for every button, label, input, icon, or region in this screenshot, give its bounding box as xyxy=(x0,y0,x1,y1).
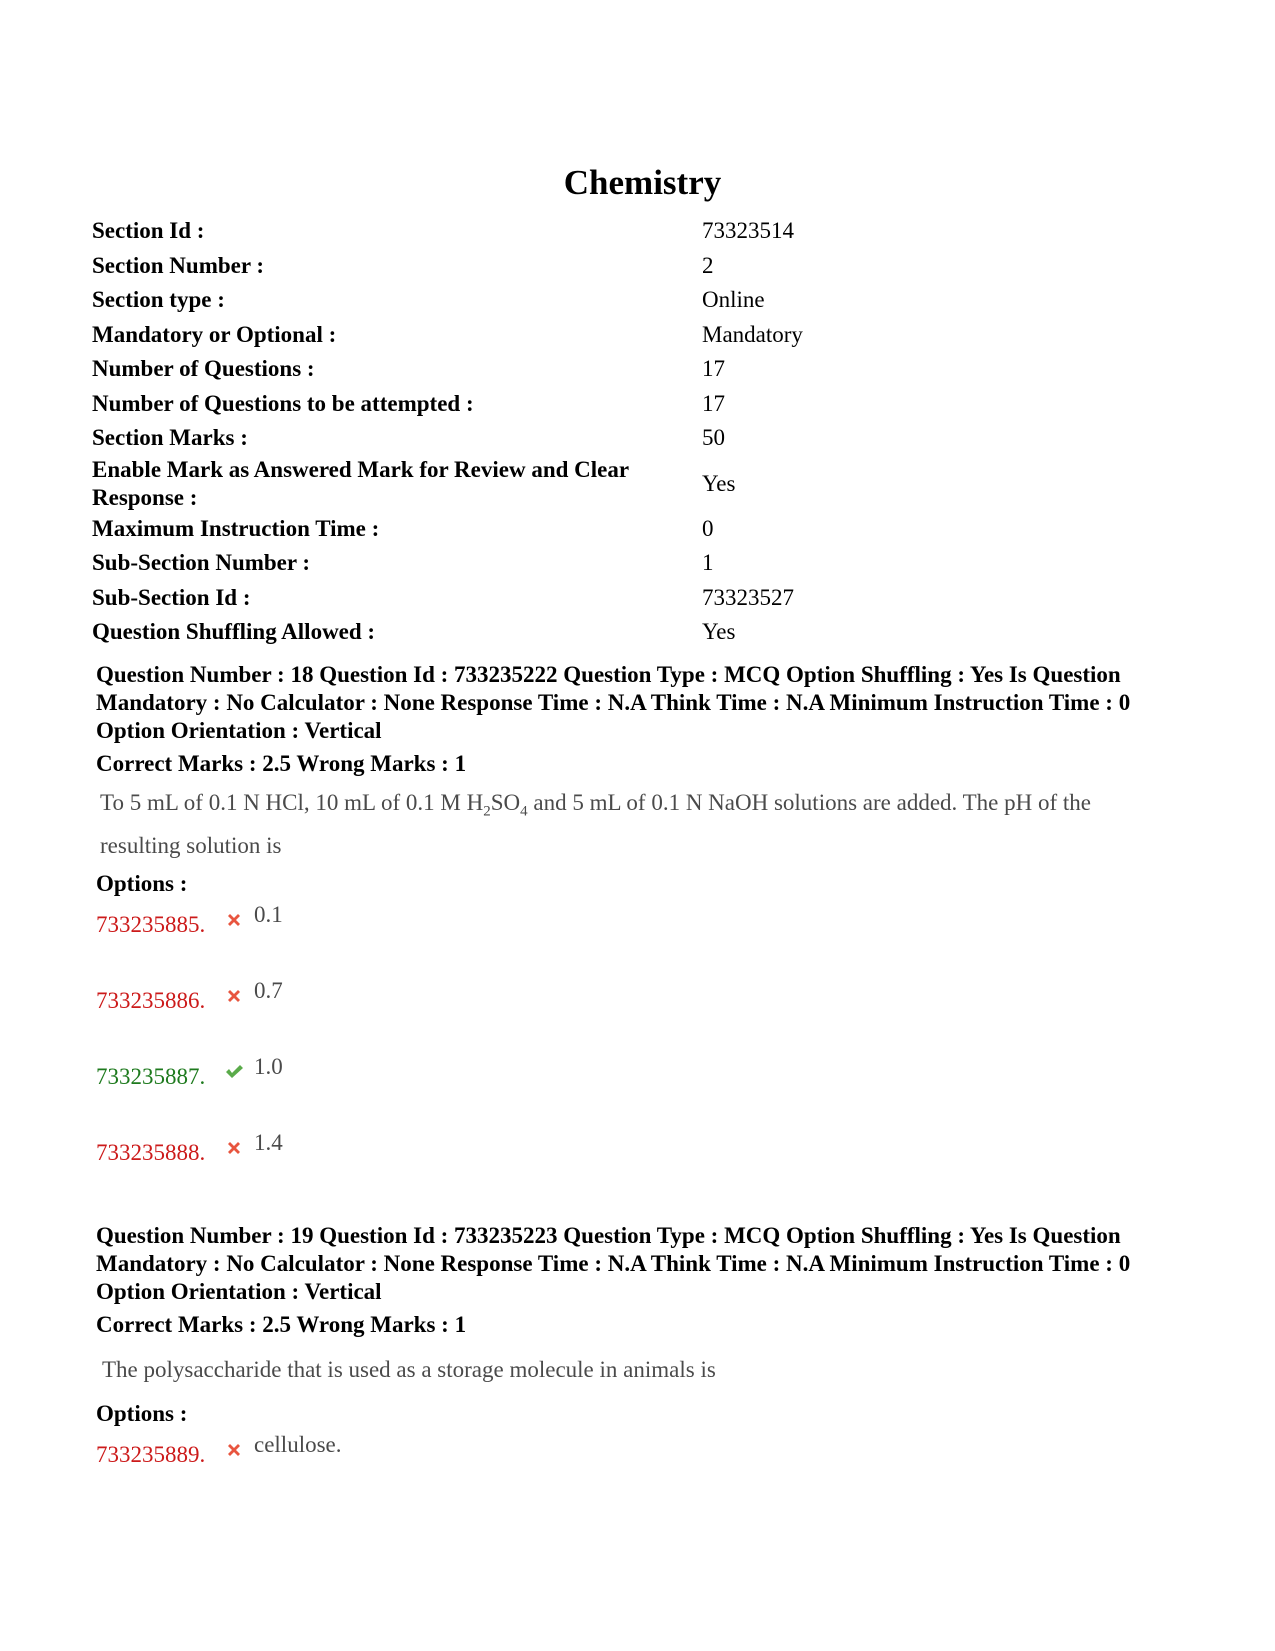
option-text: 0.7 xyxy=(254,977,283,1003)
detail-label: Sub-Section Id : xyxy=(92,584,251,610)
question-header: Question Number : 18 Question Id : 73323… xyxy=(96,662,1131,743)
detail-row-section-number: Section Number : 2 xyxy=(92,249,852,284)
detail-value: 0 xyxy=(702,515,714,541)
detail-label: Section type : xyxy=(92,287,225,313)
question-header: Question Number : 19 Question Id : 73323… xyxy=(96,1223,1131,1304)
option: 733235885. 0.1 xyxy=(96,898,1136,974)
detail-row-enable-mark-review: Enable Mark as Answered Mark for Review … xyxy=(92,456,852,512)
question-text: The polysaccharide that is used as a sto… xyxy=(102,1357,716,1382)
detail-label: Question Shuffling Allowed : xyxy=(92,619,376,645)
detail-label: Number of Questions : xyxy=(92,356,315,382)
detail-row-section-marks: Section Marks : 50 xyxy=(92,421,852,456)
options-label: Options : xyxy=(96,870,188,896)
option-id: 733235888. xyxy=(96,1139,206,1165)
option-text: 1.0 xyxy=(254,1053,283,1079)
detail-row-mandatory: Mandatory or Optional : Mandatory xyxy=(92,318,852,353)
detail-label: Enable Mark as Answered Mark for Review … xyxy=(92,456,629,510)
option: 733235888. 1.4 xyxy=(96,1126,1136,1202)
detail-label: Sub-Section Number : xyxy=(92,550,311,576)
detail-row-section-id: Section Id : 73323514 xyxy=(92,214,852,249)
detail-row-question-shuffling: Question Shuffling Allowed : Yes xyxy=(92,615,852,650)
check-icon xyxy=(226,1064,243,1078)
cross-icon xyxy=(228,1444,240,1456)
section-title: Chemistry xyxy=(563,163,722,202)
detail-value: Yes xyxy=(702,470,736,496)
subscript: 4 xyxy=(520,803,528,820)
option-text: cellulose. xyxy=(254,1432,342,1457)
option-id: 733235889. xyxy=(96,1442,206,1467)
detail-row-sub-section-id: Sub-Section Id : 73323527 xyxy=(92,581,852,616)
options-label: Options : xyxy=(96,1401,188,1426)
detail-label: Section Id : xyxy=(92,218,205,244)
detail-label: Maximum Instruction Time : xyxy=(92,515,380,541)
question-18: Question Number : 18 Question Id : 73323… xyxy=(96,661,1136,1202)
detail-label: Section Number : xyxy=(92,252,265,278)
detail-row-section-type: Section type : Online xyxy=(92,283,852,318)
detail-value: 2 xyxy=(702,252,714,278)
detail-row-questions-to-attempt: Number of Questions to be attempted : 17 xyxy=(92,387,852,422)
detail-label: Section Marks : xyxy=(92,425,248,451)
question-text-part: SO xyxy=(490,790,521,815)
subscript: 2 xyxy=(483,803,491,820)
detail-value: 50 xyxy=(702,425,725,451)
option: 733235886. 0.7 xyxy=(96,974,1136,1050)
cross-icon xyxy=(228,989,240,1002)
detail-row-sub-section-number: Sub-Section Number : 1 xyxy=(92,546,852,581)
section-details: Section Id : 73323514 Section Number : 2… xyxy=(92,214,852,650)
detail-label: Number of Questions to be attempted : xyxy=(92,390,474,416)
detail-row-number-of-questions: Number of Questions : 17 xyxy=(92,352,852,387)
detail-value: Mandatory xyxy=(702,321,803,347)
detail-value: 1 xyxy=(702,550,714,576)
question-marks: Correct Marks : 2.5 Wrong Marks : 1 xyxy=(96,751,467,776)
option: 733235887. 1.0 xyxy=(96,1050,1136,1126)
cross-icon xyxy=(228,913,240,926)
detail-value: 73323514 xyxy=(702,218,794,244)
detail-value: Online xyxy=(702,287,765,313)
option-id: 733235886. xyxy=(96,987,206,1013)
question-text-part: To 5 mL of 0.1 N HCl, 10 mL of 0.1 M H xyxy=(100,790,484,815)
cross-icon xyxy=(228,1141,240,1154)
question-marks: Correct Marks : 2.5 Wrong Marks : 1 xyxy=(96,1312,467,1337)
detail-row-max-instruction-time: Maximum Instruction Time : 0 xyxy=(92,512,852,547)
option-id: 733235885. xyxy=(96,911,206,937)
detail-value: 17 xyxy=(702,390,725,416)
option-id: 733235887. xyxy=(96,1063,206,1089)
question-19: Question Number : 19 Question Id : 73323… xyxy=(96,1222,1136,1504)
option-text: 1.4 xyxy=(254,1129,283,1155)
detail-value: 73323527 xyxy=(702,584,794,610)
option: 733235889. cellulose. xyxy=(96,1428,1136,1504)
detail-value: 17 xyxy=(702,356,725,382)
option-text: 0.1 xyxy=(254,901,283,927)
question-text: To 5 mL of 0.1 N HCl, 10 mL of 0.1 M H2S… xyxy=(96,786,1136,862)
detail-label: Mandatory or Optional : xyxy=(92,321,337,347)
detail-value: Yes xyxy=(702,619,736,645)
